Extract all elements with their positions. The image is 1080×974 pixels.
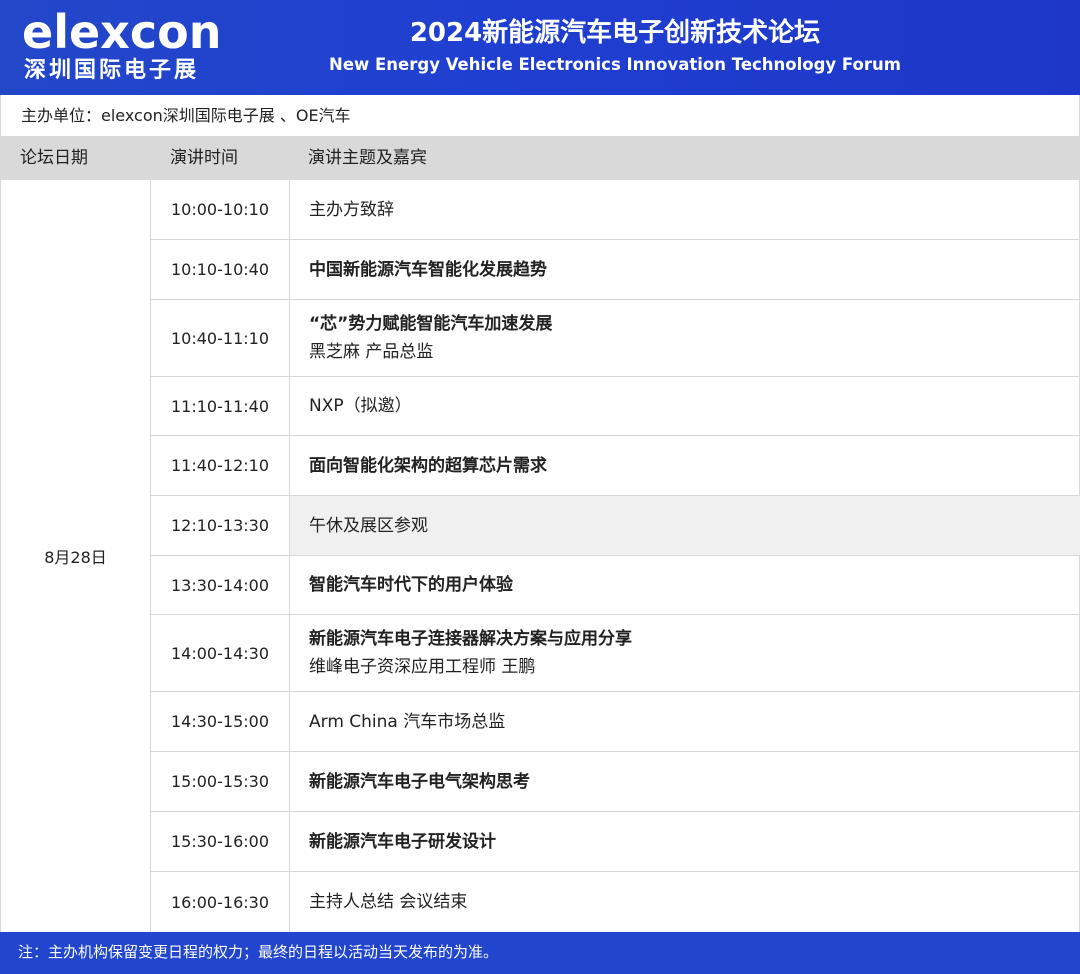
row-topic-cell: 主办方致辞 (290, 180, 1080, 239)
schedule-table: 8月28日 10:00-10:10 主办方致辞 10:10-10:40 中国新能… (0, 180, 1080, 932)
row-topic-cell: 智能汽车时代下的用户体验 (290, 556, 1080, 614)
forum-title-cn: 2024新能源汽车电子创新技术论坛 (409, 18, 821, 48)
row-time: 14:00-14:30 (151, 615, 290, 691)
table-row: 10:10-10:40 中国新能源汽车智能化发展趋势 (151, 240, 1080, 300)
row-time: 10:10-10:40 (151, 240, 290, 299)
row-time: 10:00-10:10 (151, 180, 290, 239)
table-row: 15:00-15:30 新能源汽车电子电气架构思考 (151, 752, 1080, 812)
row-topic: 新能源汽车电子电气架构思考 (309, 771, 530, 792)
row-speaker: 维峰电子资深应用工程师 王鹏 (309, 657, 536, 677)
row-topic: 主持人总结 会议结束 (309, 892, 468, 912)
forum-date: 8月28日 (1, 180, 151, 932)
row-time: 11:10-11:40 (151, 377, 290, 435)
row-topic-cell: 中国新能源汽车智能化发展趋势 (290, 240, 1080, 299)
row-topic-cell: 新能源汽车电子研发设计 (290, 812, 1080, 871)
table-row: 12:10-13:30 午休及展区参观 (151, 496, 1080, 556)
table-row: 16:00-16:30 主持人总结 会议结束 (151, 872, 1080, 932)
row-topic-cell: NXP（拟邀） (290, 377, 1080, 435)
row-topic: 主办方致辞 (309, 199, 394, 220)
table-row: 14:30-15:00 Arm China 汽车市场总监 (151, 692, 1080, 752)
row-topic: 午休及展区参观 (309, 515, 428, 536)
row-topic-cell: 午休及展区参观 (290, 496, 1080, 555)
row-topic: 新能源汽车电子研发设计 (309, 831, 496, 852)
row-time: 16:00-16:30 (151, 872, 290, 932)
column-header-time: 演讲时间 (170, 148, 238, 168)
row-time: 11:40-12:10 (151, 436, 290, 495)
row-topic: 智能汽车时代下的用户体验 (309, 575, 513, 595)
table-row: 11:40-12:10 面向智能化架构的超算芯片需求 (151, 436, 1080, 496)
table-row: 15:30-16:00 新能源汽车电子研发设计 (151, 812, 1080, 872)
row-topic: 新能源汽车电子连接器解决方案与应用分享 (309, 629, 632, 649)
row-topic-cell: 新能源汽车电子电气架构思考 (290, 752, 1080, 811)
row-topic: “芯”势力赋能智能汽车加速发展 (309, 314, 553, 334)
row-topic-cell: 面向智能化架构的超算芯片需求 (290, 436, 1080, 495)
row-topic-cell: 新能源汽车电子连接器解决方案与应用分享 维峰电子资深应用工程师 王鹏 (290, 615, 1080, 691)
column-header-topic: 演讲主题及嘉宾 (308, 148, 427, 168)
forum-title-block: 2024新能源汽车电子创新技术论坛 New Energy Vehicle Ele… (300, 14, 930, 76)
row-topic: Arm China 汽车市场总监 (309, 711, 506, 732)
row-topic-cell: “芯”势力赋能智能汽车加速发展 黑芝麻 产品总监 (290, 300, 1080, 376)
row-topic: 面向智能化架构的超算芯片需求 (309, 455, 547, 476)
table-row: 10:00-10:10 主办方致辞 (151, 180, 1080, 240)
forum-title-en: New Energy Vehicle Electronics Innovatio… (329, 55, 901, 74)
row-topic: 中国新能源汽车智能化发展趋势 (309, 259, 547, 280)
organizer-line: 主办单位：elexcon深圳国际电子展 、OE汽车 (0, 95, 1080, 136)
table-row: 14:00-14:30 新能源汽车电子连接器解决方案与应用分享 维峰电子资深应用… (151, 615, 1080, 692)
row-time: 10:40-11:10 (151, 300, 290, 376)
row-topic-cell: 主持人总结 会议结束 (290, 872, 1080, 932)
row-topic-cell: Arm China 汽车市场总监 (290, 692, 1080, 751)
logo-subtitle: 深圳国际电子展 (24, 58, 200, 83)
elexcon-logo: elexcon 深圳国际电子展 (22, 6, 222, 84)
row-time: 15:00-15:30 (151, 752, 290, 811)
row-time: 12:10-13:30 (151, 496, 290, 555)
row-time: 14:30-15:00 (151, 692, 290, 751)
table-row: 11:10-11:40 NXP（拟邀） (151, 377, 1080, 436)
row-time: 13:30-14:00 (151, 556, 290, 614)
table-row: 13:30-14:00 智能汽车时代下的用户体验 (151, 556, 1080, 615)
row-topic: NXP（拟邀） (309, 396, 412, 416)
footer-note: 注：主办机构保留变更日程的权力；最终的日程以活动当天发布的为准。 (0, 932, 1080, 974)
row-time: 15:30-16:00 (151, 812, 290, 871)
column-header-date: 论坛日期 (20, 148, 88, 168)
page-header: elexcon 深圳国际电子展 2024新能源汽车电子创新技术论坛 New En… (0, 0, 1080, 95)
logo-wordmark: elexcon (22, 5, 222, 59)
table-row: 10:40-11:10 “芯”势力赋能智能汽车加速发展 黑芝麻 产品总监 (151, 300, 1080, 377)
table-header: 论坛日期 演讲时间 演讲主题及嘉宾 (0, 136, 1080, 180)
row-speaker: 黑芝麻 产品总监 (309, 342, 434, 362)
